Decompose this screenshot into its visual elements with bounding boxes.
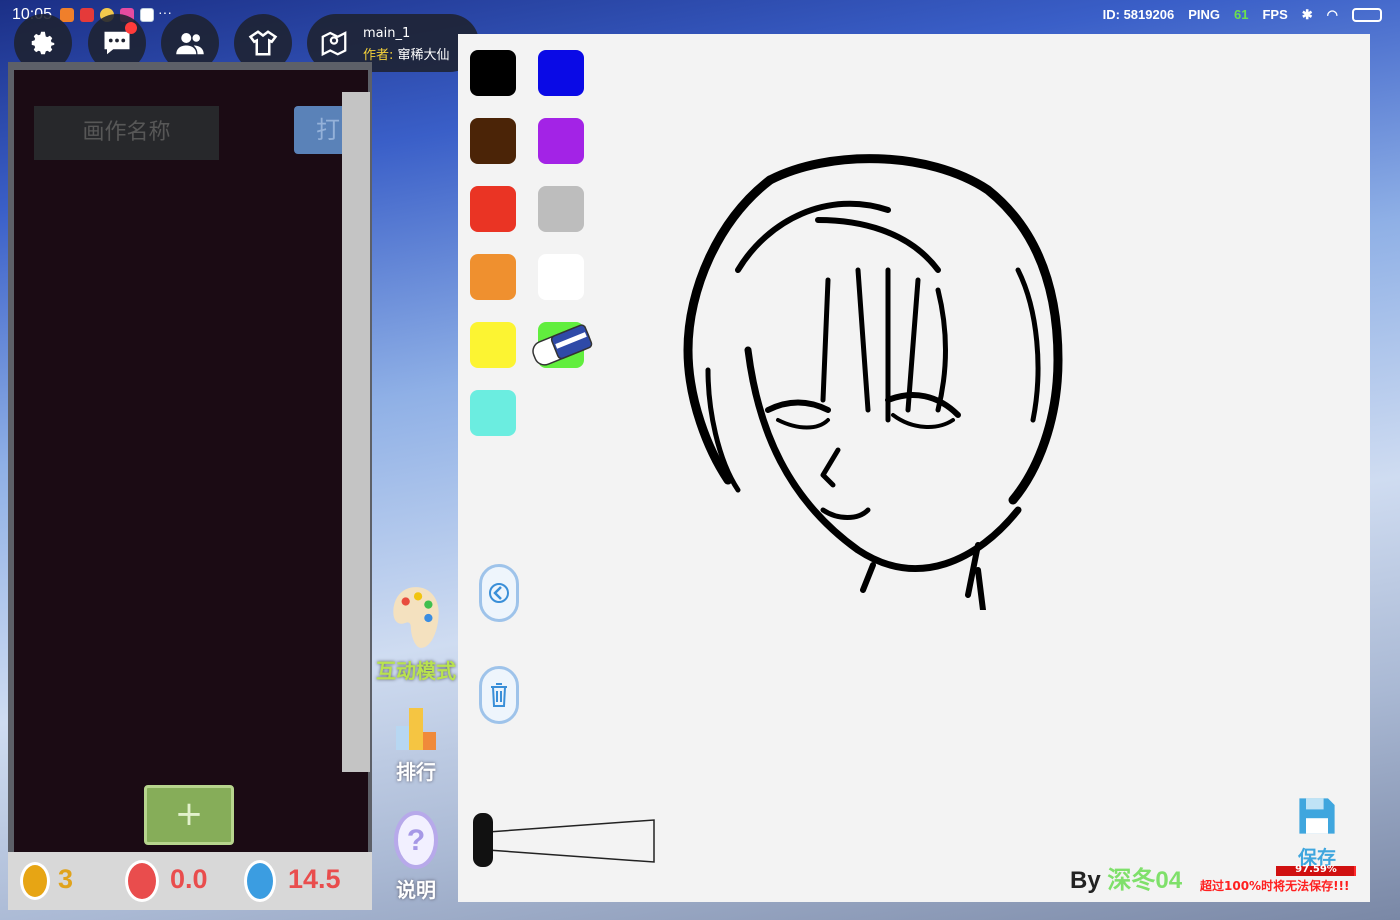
map-author: 作者: 窜稀大仙 — [363, 44, 450, 63]
brush-size-slider[interactable] — [470, 810, 660, 870]
wifi-icon: ◠ — [1326, 7, 1338, 22]
exclamation-icon — [244, 860, 276, 902]
works-panel: 画作名称 打 + 3 0.0 14.5 — [8, 62, 372, 910]
help-button[interactable]: ? 说明 — [374, 810, 458, 903]
ping-value: 61 — [1233, 7, 1249, 22]
color-swatch[interactable] — [470, 322, 516, 368]
slider-handle[interactable] — [473, 813, 493, 867]
bluetooth-icon: ✱ — [1301, 7, 1313, 22]
undo-button[interactable] — [479, 564, 519, 622]
stats-bar: 3 0.0 14.5 — [8, 852, 372, 910]
weibo-app-icon — [60, 8, 74, 22]
like-count: 0.0 — [170, 864, 208, 894]
battery-icon — [1352, 8, 1382, 22]
drawing-canvas[interactable]: By 深冬04 保存 97.59% 超过100%时将无法保存!!! — [458, 34, 1370, 902]
map-name: main_1 — [363, 26, 411, 41]
fps-label: FPS — [1262, 7, 1288, 22]
bilibili-app-icon — [140, 8, 154, 22]
wardrobe-icon — [248, 30, 278, 56]
color-swatch[interactable] — [470, 390, 516, 436]
coin-icon — [20, 862, 50, 900]
save-button[interactable]: 保存 — [1292, 794, 1342, 870]
list-scrollbar[interactable] — [342, 92, 370, 772]
clear-canvas-button[interactable] — [479, 666, 519, 724]
friends-icon — [176, 33, 204, 55]
trash-icon — [491, 683, 507, 707]
artist-name: 深冬04 — [1107, 867, 1183, 894]
ranking-button[interactable]: 排行 — [374, 704, 458, 785]
ping-label: PING — [1188, 7, 1220, 22]
alert-count: 14.5 — [288, 864, 341, 894]
color-swatch[interactable] — [470, 186, 516, 232]
podium-icon — [396, 708, 436, 750]
works-list: 画作名称 打 + — [14, 70, 370, 852]
color-swatch[interactable] — [470, 50, 516, 96]
gear-icon — [31, 31, 55, 55]
undo-icon — [489, 583, 509, 603]
system-status: ID: 5819206 PING 61 FPS ✱ ◠ — [1103, 7, 1382, 23]
author-name: 窜稀大仙 — [397, 48, 450, 63]
author-label: 作者: — [363, 48, 394, 63]
color-swatch[interactable] — [538, 50, 584, 96]
more-apps-indicator: ··· — [158, 4, 172, 20]
question-icon: ? — [394, 811, 438, 869]
notification-dot — [125, 22, 137, 34]
video-app-icon — [80, 8, 94, 22]
work-name-input[interactable]: 画作名称 — [34, 106, 219, 160]
artist-credit: By 深冬04 — [1070, 860, 1182, 895]
interactive-mode-label: 互动模式 — [376, 659, 456, 683]
svg-text:?: ? — [407, 824, 425, 857]
help-label: 说明 — [396, 878, 436, 902]
storage-warning: 超过100%时将无法保存!!! — [1200, 879, 1350, 893]
add-work-button[interactable]: + — [144, 785, 234, 845]
ranking-label: 排行 — [396, 760, 436, 784]
player-id: ID: 5819206 — [1102, 7, 1175, 22]
interactive-mode-button[interactable]: 互动模式 — [374, 585, 458, 684]
color-swatch[interactable] — [470, 118, 516, 164]
eraser-icon[interactable] — [526, 320, 596, 370]
palette-icon — [393, 587, 439, 648]
storage-progress-text: 97.59% — [1295, 864, 1337, 875]
by-label: By — [1070, 867, 1101, 894]
color-swatch[interactable] — [538, 118, 584, 164]
thumb-up-icon — [125, 860, 159, 902]
floppy-disk-icon — [1299, 798, 1335, 834]
color-swatch[interactable] — [470, 254, 516, 300]
map-pin-icon — [321, 31, 347, 57]
color-swatch[interactable] — [538, 186, 584, 232]
coin-count: 3 — [58, 864, 74, 894]
sketch-drawing — [683, 154, 1063, 610]
color-swatch[interactable] — [538, 254, 584, 300]
